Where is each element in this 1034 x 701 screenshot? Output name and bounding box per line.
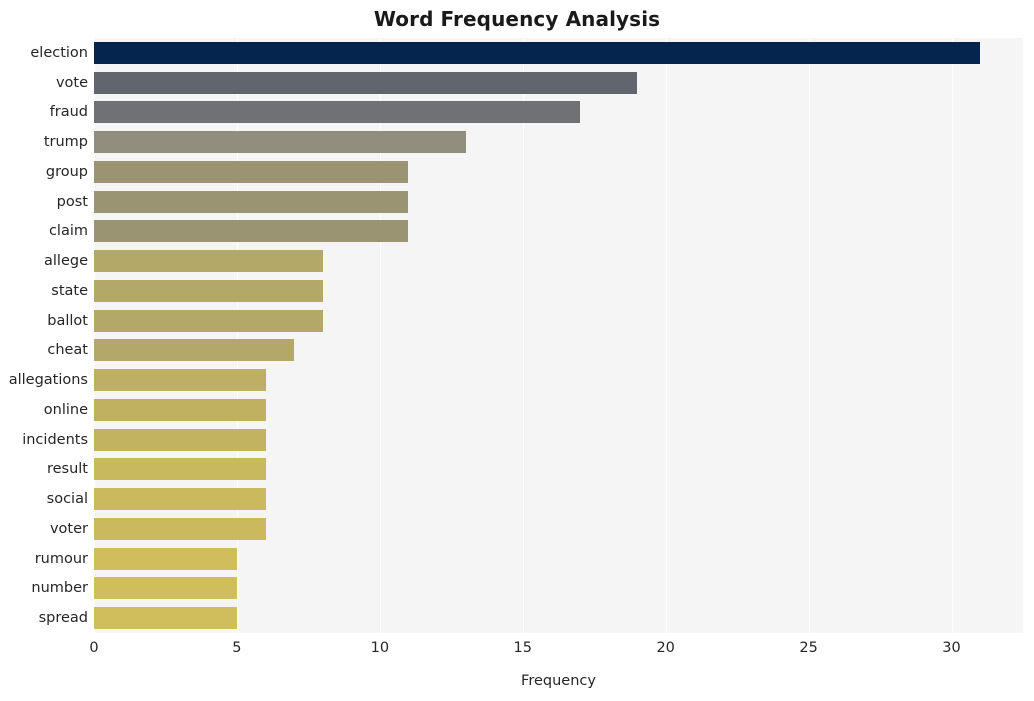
bar-number[interactable] [94, 577, 237, 600]
x-tick-label-5: 5 [232, 640, 242, 656]
y-tick-label-number: number [31, 580, 88, 597]
plot-area [94, 38, 1023, 633]
y-tick-label-vote: vote [55, 74, 88, 91]
y-tick-label-group: group [45, 163, 88, 180]
bar-vote[interactable] [94, 71, 638, 94]
x-tick-label-10: 10 [370, 640, 390, 656]
bar-allege[interactable] [94, 250, 323, 273]
bar-social[interactable] [94, 488, 266, 511]
y-tick-label-result: result [46, 461, 88, 478]
y-tick-label-state: state [51, 282, 88, 299]
x-tick-label-20: 20 [656, 640, 675, 656]
y-tick-label-trump: trump [43, 134, 88, 151]
y-tick-label-ballot: ballot [47, 312, 88, 329]
x-tick-label-0: 0 [89, 640, 99, 656]
bar-election[interactable] [94, 41, 981, 64]
bar-incidents[interactable] [94, 428, 266, 451]
y-tick-label-allegations: allegations [8, 372, 88, 389]
y-tick-label-spread: spread [38, 610, 88, 627]
y-axis-tick-labels: election vote fraud trump group post claim alle… [0, 38, 88, 633]
bar-rumour[interactable] [94, 547, 237, 570]
y-tick-label-fraud: fraud [49, 104, 88, 121]
word-frequency-chart-figure: Word Frequency Analysis election vote frau… [0, 0, 1034, 701]
x-tick-label-30: 30 [942, 640, 961, 656]
bar-trump[interactable] [94, 131, 466, 154]
y-tick-label-social: social [46, 491, 88, 508]
bar-spread[interactable] [94, 607, 237, 630]
y-tick-label-rumour: rumour [34, 550, 88, 567]
y-tick-label-claim: claim [48, 223, 88, 240]
bar-group[interactable] [94, 160, 409, 183]
y-tick-label-online: online [43, 401, 88, 418]
chart-title: Word Frequency Analysis [373, 7, 661, 31]
bar-result[interactable] [94, 458, 266, 481]
bar-online[interactable] [94, 398, 266, 421]
y-tick-label-post: post [56, 193, 88, 210]
x-axis-title: Frequency [521, 673, 596, 689]
x-tick-label-25: 25 [799, 640, 818, 656]
x-tick-label-15: 15 [513, 640, 532, 656]
bar-post[interactable] [94, 190, 409, 213]
bar-cheat[interactable] [94, 339, 295, 362]
x-axis-tick-labels: 0 5 10 15 20 25 30 [89, 633, 1023, 663]
y-tick-label-allege: allege [44, 253, 88, 270]
bar-allegations[interactable] [94, 369, 266, 392]
y-tick-label-election: election [30, 44, 88, 61]
y-tick-label-incidents: incidents [22, 431, 88, 448]
bars-layer [94, 38, 1023, 633]
y-tick-label-cheat: cheat [47, 342, 88, 359]
bar-voter[interactable] [94, 517, 266, 540]
bar-fraud[interactable] [94, 101, 580, 124]
bar-state[interactable] [94, 279, 323, 302]
y-tick-label-voter: voter [49, 520, 88, 537]
bar-claim[interactable] [94, 220, 409, 243]
bar-ballot[interactable] [94, 309, 323, 332]
